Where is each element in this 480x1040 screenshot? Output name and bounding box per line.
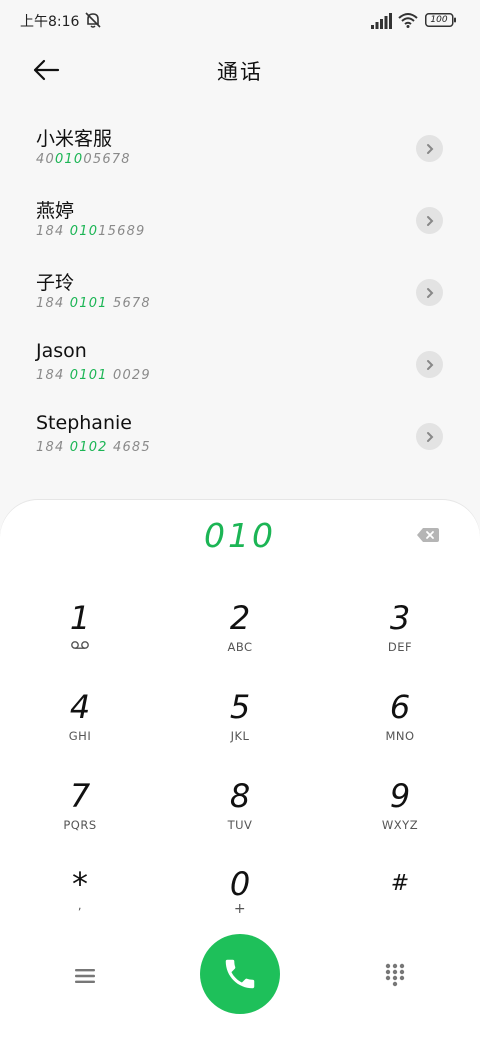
key-star[interactable]: * ,	[10, 862, 150, 942]
key-letters: WXYZ	[381, 818, 419, 832]
key-digit: 5	[229, 688, 251, 726]
battery-level: 100	[430, 15, 448, 25]
bell-off-icon	[85, 12, 101, 28]
key-digit: 9	[389, 777, 411, 815]
number-prefix: 184	[36, 296, 70, 311]
key-6[interactable]: 6 MNO	[330, 685, 470, 765]
dialpad-icon	[385, 963, 405, 987]
dialpad-panel: 010 1 2 ABC 3 DEF 4 GHI 5 JKL 6 MNO 7 PQ…	[0, 500, 480, 1040]
wifi-icon	[398, 13, 418, 28]
menu-button[interactable]	[66, 962, 104, 990]
key-letters: MNO	[385, 729, 415, 743]
key-letters: TUV	[227, 818, 253, 832]
key-hash[interactable]: #	[330, 862, 470, 942]
key-8[interactable]: 8 TUV	[170, 774, 310, 854]
contact-name: Jason	[36, 340, 87, 362]
backspace-icon	[417, 528, 439, 542]
contact-detail-button[interactable]	[416, 207, 443, 234]
contact-name: 燕婷	[36, 200, 75, 222]
key-letters: PQRS	[63, 818, 97, 832]
key-letters: ,	[77, 898, 83, 912]
call-button[interactable]	[200, 934, 280, 1014]
key-digit: 7	[69, 777, 91, 815]
arrow-left-icon	[33, 59, 60, 81]
backspace-button[interactable]	[412, 525, 444, 545]
contact-row[interactable]: Jason 184 0101 0029	[0, 328, 480, 400]
contact-detail-button[interactable]	[416, 423, 443, 450]
key-digit: 3	[389, 599, 411, 637]
number-suffix: 0029	[107, 368, 151, 383]
chevron-right-icon	[426, 143, 433, 154]
key-2[interactable]: 2 ABC	[170, 596, 310, 676]
voicemail-icon	[71, 641, 89, 649]
keypad-toggle-button[interactable]	[376, 960, 414, 990]
chevron-right-icon	[426, 215, 433, 226]
signal-icon	[371, 13, 392, 29]
number-prefix: 184	[36, 368, 70, 383]
key-digit: #	[390, 871, 410, 896]
contact-number: 184 01015689	[36, 224, 146, 239]
status-bar: 上午8:16 100	[0, 0, 480, 40]
contact-detail-button[interactable]	[416, 351, 443, 378]
contact-name: 小米客服	[36, 128, 113, 150]
number-match: 010	[54, 152, 84, 167]
number-match: 0101	[69, 368, 108, 383]
contact-detail-button[interactable]	[416, 135, 443, 162]
menu-icon	[75, 969, 95, 983]
key-digit: *	[72, 865, 88, 903]
dialed-number-display[interactable]: 010	[0, 516, 480, 555]
contact-row[interactable]: 燕婷 184 01015689	[0, 184, 480, 256]
number-suffix: 15689	[98, 224, 146, 239]
key-digit: 6	[389, 688, 411, 726]
chevron-right-icon	[426, 359, 433, 370]
number-suffix: 4685	[107, 440, 151, 455]
key-digit: 1	[69, 599, 91, 637]
status-time: 上午8:16	[20, 14, 80, 30]
key-1[interactable]: 1	[10, 596, 150, 676]
key-9[interactable]: 9 WXYZ	[330, 774, 470, 854]
phone-icon	[225, 959, 255, 989]
key-letters: GHI	[68, 729, 92, 743]
key-digit: 8	[229, 777, 251, 815]
contact-number: 184 0101 5678	[36, 296, 151, 311]
contact-detail-button[interactable]	[416, 279, 443, 306]
chevron-right-icon	[426, 287, 433, 298]
key-3[interactable]: 3 DEF	[330, 596, 470, 676]
key-0[interactable]: 0 +	[170, 862, 310, 942]
number-match: 0101	[69, 296, 108, 311]
contact-name: Stephanie	[36, 412, 132, 434]
contact-name: 子玲	[36, 272, 75, 294]
number-prefix: 40	[36, 152, 55, 167]
key-letters: ABC	[227, 640, 253, 654]
page-title: 通话	[217, 60, 263, 84]
key-4[interactable]: 4 GHI	[10, 685, 150, 765]
key-7[interactable]: 7 PQRS	[10, 774, 150, 854]
number-suffix: 05678	[83, 152, 131, 167]
number-match: 010	[69, 224, 99, 239]
number-suffix: 5678	[107, 296, 151, 311]
contact-row[interactable]: 子玲 184 0101 5678	[0, 256, 480, 328]
battery-icon: 100	[425, 13, 456, 27]
contact-suggestion-list: 小米客服 4001005678 燕婷 184 01015689 子玲 184 0…	[0, 112, 480, 472]
key-letters: +	[233, 901, 247, 917]
key-digit: 2	[229, 599, 251, 637]
header: 通话	[0, 40, 480, 100]
key-digit: 0	[229, 865, 251, 903]
chevron-right-icon	[426, 431, 433, 442]
contact-number: 4001005678	[36, 152, 131, 167]
number-prefix: 184	[36, 440, 70, 455]
back-button[interactable]	[24, 52, 68, 88]
key-digit: 4	[69, 688, 91, 726]
key-letters: JKL	[230, 729, 250, 743]
number-prefix: 184	[36, 224, 70, 239]
key-5[interactable]: 5 JKL	[170, 685, 310, 765]
number-match: 0102	[69, 440, 108, 455]
key-letters: DEF	[387, 640, 413, 654]
contact-number: 184 0102 4685	[36, 440, 151, 455]
contact-row[interactable]: 小米客服 4001005678	[0, 112, 480, 184]
contact-number: 184 0101 0029	[36, 368, 151, 383]
contact-row[interactable]: Stephanie 184 0102 4685	[0, 400, 480, 472]
